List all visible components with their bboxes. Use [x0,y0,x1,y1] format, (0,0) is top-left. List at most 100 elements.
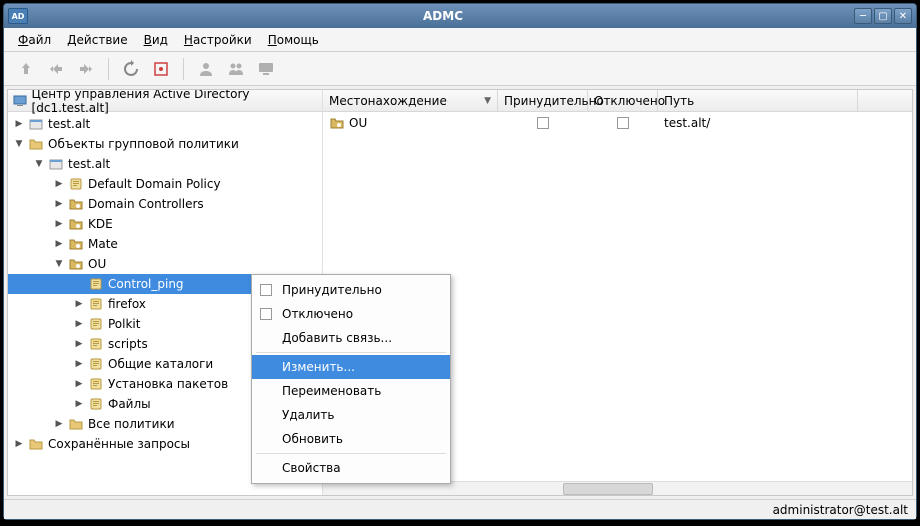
toolbar-back-icon[interactable] [44,57,68,81]
chevron-right-icon[interactable]: ▶ [54,239,64,249]
chevron-right-icon[interactable]: ▶ [74,359,84,369]
tree-node[interactable]: ▶ Default Domain Policy [8,174,322,194]
chevron-down-icon[interactable]: ▼ [34,159,44,169]
toolbar-target-icon[interactable] [149,57,173,81]
titlebar[interactable]: AD ADMC ─ ▢ ✕ [4,4,916,28]
menu-вид[interactable]: Вид [136,30,176,50]
tree-node-label: Polkit [108,317,140,331]
tree-node[interactable]: ▼OU [8,254,322,274]
enforced-checkbox[interactable] [537,117,549,129]
chevron-down-icon[interactable]: ▼ [54,259,64,269]
tree-node-label: Все политики [88,417,175,431]
chevron-right-icon[interactable]: ▶ [54,199,64,209]
context-menu-item[interactable]: Изменить... [252,355,450,379]
status-text: administrator@test.alt [773,503,908,517]
context-menu-label: Свойства [282,461,341,475]
ou-icon [68,256,84,272]
gpo-icon [88,396,104,412]
tree-node[interactable]: ▶Mate [8,234,322,254]
chevron-right-icon[interactable]: ▶ [54,219,64,229]
tree-node[interactable]: ▶Domain Controllers [8,194,322,214]
tree-node[interactable]: ▶ test.alt [8,114,322,134]
column-header[interactable]: Путь [658,90,858,111]
table-row[interactable]: OUtest.alt/ [323,112,912,134]
column-header[interactable]: Принудительно [498,90,588,111]
tree-node-label: Файлы [108,397,151,411]
context-menu-item[interactable]: Обновить [252,427,450,451]
scrollbar-thumb[interactable] [563,483,653,495]
ou-icon [68,196,84,212]
context-menu-item[interactable]: Переименовать [252,379,450,403]
chevron-right-icon[interactable]: ▶ [74,299,84,309]
menubar: ФайлДействиеВидНастройкиПомощь [4,28,916,52]
context-menu-item[interactable]: Удалить [252,403,450,427]
disabled-checkbox[interactable] [617,117,629,129]
maximize-button[interactable]: ▢ [874,8,892,24]
monitor-icon [12,93,28,109]
toolbar-reload-icon[interactable] [119,57,143,81]
app-window: AD ADMC ─ ▢ ✕ ФайлДействиеВидНастройкиПо… [3,3,917,520]
toolbar-users-icon[interactable] [224,57,248,81]
folder-icon [28,436,44,452]
tree-node-label: scripts [108,337,148,351]
chevron-right-icon[interactable]: ▶ [14,119,24,129]
context-menu-label: Отключено [282,307,353,321]
close-button[interactable]: ✕ [894,8,912,24]
tree-node-label: test.alt [68,157,110,171]
toolbar-forward-icon[interactable] [74,57,98,81]
tree-node[interactable]: ▼ test.alt [8,154,322,174]
tree-node-label: Объекты групповой политики [48,137,239,151]
tree-node-label: test.alt [48,117,90,131]
tree-header-label: Центр управления Active Directory [dc1.t… [32,90,322,115]
chevron-right-icon[interactable]: ▶ [14,439,24,449]
gpo-icon [88,336,104,352]
sort-indicator-icon: ▼ [484,96,491,106]
folder-icon [68,416,84,432]
gpo-icon [88,316,104,332]
context-menu-label: Принудительно [282,283,382,297]
chevron-right-icon[interactable]: ▶ [74,399,84,409]
tree-node-label: Control_ping [108,277,184,291]
chevron-down-icon[interactable]: ▼ [14,139,24,149]
tree-node[interactable]: ▶KDE [8,214,322,234]
context-menu-item[interactable]: Свойства [252,456,450,480]
status-bar: administrator@test.alt [4,499,916,519]
menu-separator [256,453,446,454]
tree-node-label: Сохранённые запросы [48,437,190,451]
tree-node-label: Общие каталоги [108,357,213,371]
chevron-right-icon[interactable]: ▶ [74,379,84,389]
content-area: Центр управления Active Directory [dc1.t… [7,89,913,496]
toolbar-computer-icon[interactable] [254,57,278,81]
toolbar-user-icon[interactable] [194,57,218,81]
tree-node[interactable]: ▼ Объекты групповой политики [8,134,322,154]
app-icon: AD [8,8,28,24]
chevron-right-icon[interactable]: ▶ [74,319,84,329]
minimize-button[interactable]: ─ [854,8,872,24]
column-header[interactable]: Отключено [588,90,658,111]
toolbar [4,52,916,86]
context-menu-label: Добавить связь... [282,331,392,345]
chevron-right-icon[interactable]: ▶ [54,179,64,189]
menu-помощь[interactable]: Помощь [260,30,327,50]
cell-name: OU [349,116,367,130]
toolbar-up-icon[interactable] [14,57,38,81]
context-menu-item[interactable]: Отключено [252,302,450,326]
menu-separator [256,352,446,353]
ou-icon [329,115,345,131]
ou-icon [68,236,84,252]
chevron-right-icon[interactable]: ▶ [54,419,64,429]
window-title: ADMC [32,9,854,23]
checkbox-icon [260,284,272,296]
chevron-right-icon[interactable]: ▶ [74,339,84,349]
context-menu-label: Переименовать [282,384,381,398]
menu-настройки[interactable]: Настройки [176,30,260,50]
gpo-icon [88,356,104,372]
menu-файл[interactable]: Файл [10,30,59,50]
context-menu-item[interactable]: Добавить связь... [252,326,450,350]
context-menu-item[interactable]: Принудительно [252,278,450,302]
tree-node-label: firefox [108,297,146,311]
gpo-icon [88,376,104,392]
column-header[interactable]: Местонахождение▼ [323,90,498,111]
menu-действие[interactable]: Действие [59,30,135,50]
tree-node-label: Default Domain Policy [88,177,221,191]
